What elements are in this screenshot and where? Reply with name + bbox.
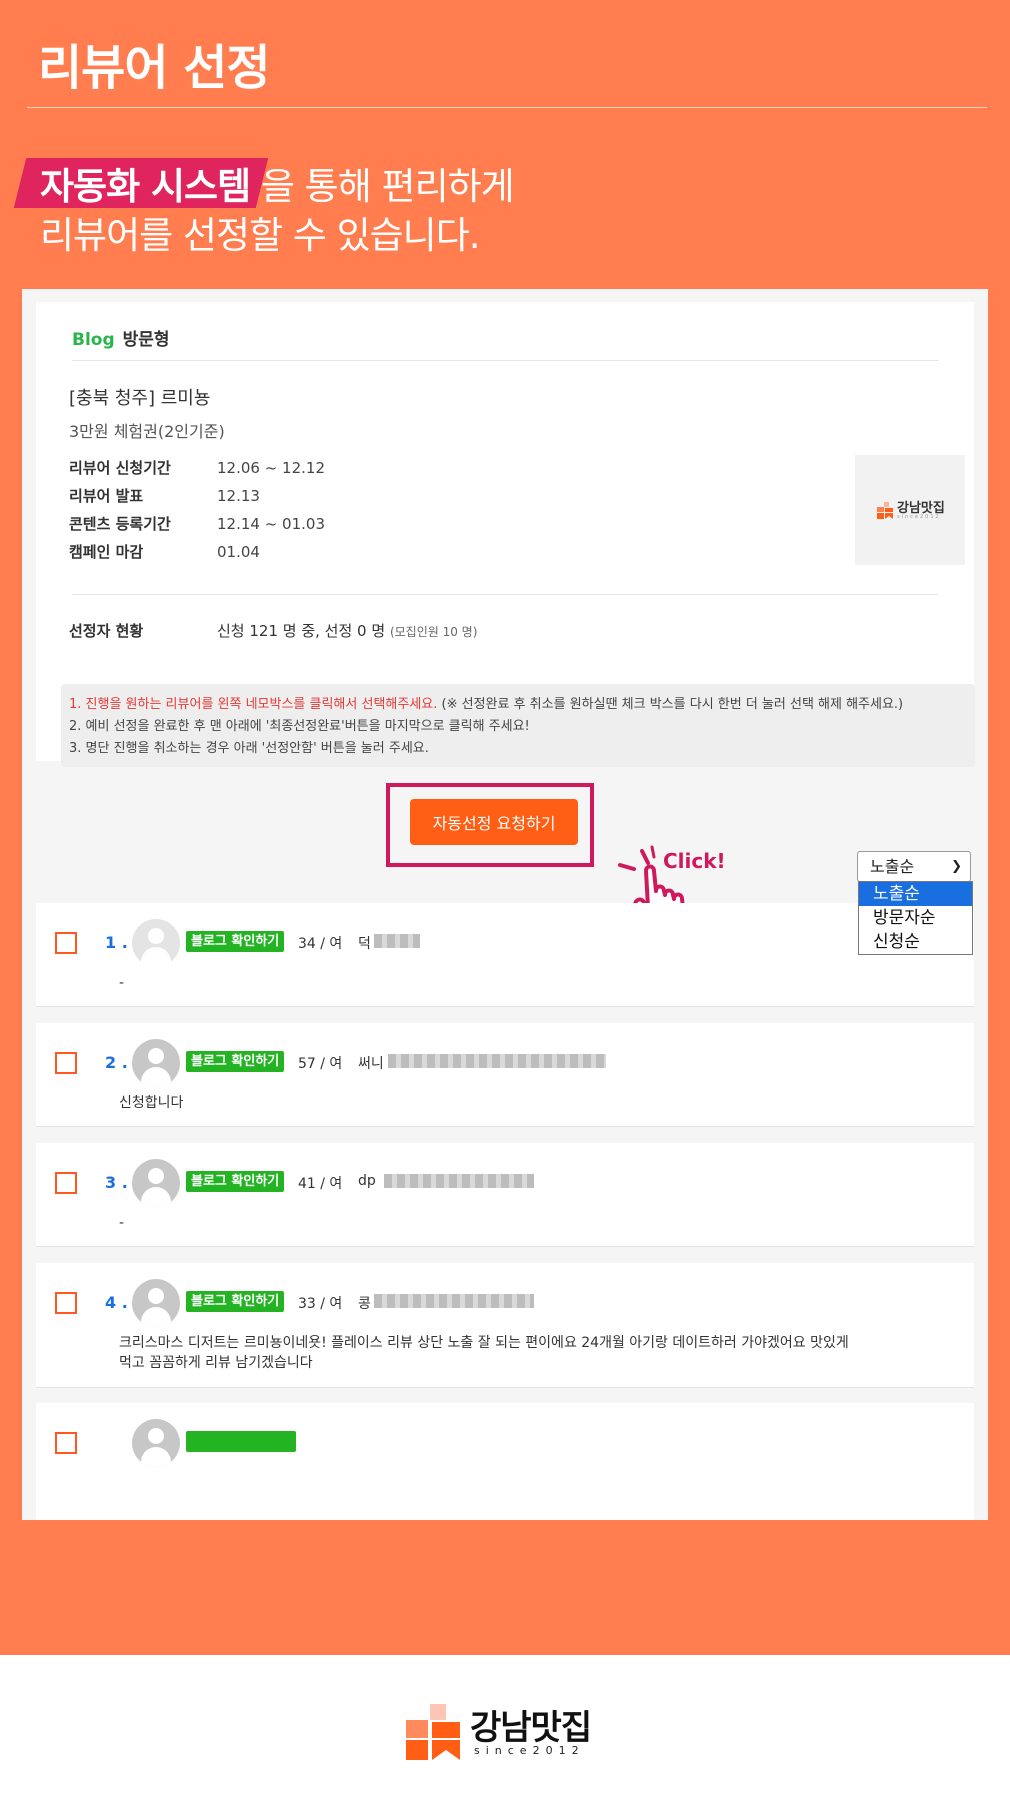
select-checkbox[interactable] [55,1052,77,1074]
applicant-comment: - [119,975,125,991]
campaign-subtitle: 3만원 체험권(2인기준) [69,422,225,441]
auto-select-button[interactable]: 자동선정 요청하기 [410,799,578,845]
store-logo: 강남맛집 since2012 [855,455,965,565]
applicant-nickname: 콩 [358,1296,371,1312]
schedule-label: 리뷰어 발표 [69,487,144,505]
applicant-age: 33 / 여 [298,1296,343,1312]
applicant-number: 2 . [105,1053,128,1072]
applicant-number: 4 . [105,1293,128,1312]
applicant-nickname: 덕 [358,936,371,952]
schedule-row: 리뷰어 신청기간 12.06 ~ 12.12 [69,457,325,478]
applicant-row: 2 . 블로그 확인하기 57 / 여 써니 신청합니다 [36,1023,974,1127]
status-value: 신청 121 명 중, 선정 0 명 [217,622,386,640]
blog-check-button[interactable]: 블로그 확인하기 [186,1291,285,1312]
screenshot-panel: Blog 방문형 [충북 청주] 르미뇽 3만원 체험권(2인기준) 리뷰어 신청… [22,289,988,1520]
avatar [132,1419,180,1467]
applicant-comment: 신청합니다 [119,1095,184,1111]
notice-line-1-red: 1. 진행을 원하는 리뷰어를 왼쪽 네모박스를 클릭해서 선택해주세요. [69,697,438,712]
sort-select[interactable]: 노출순 ❯ [857,851,971,882]
campaign-type: 방문형 [122,330,170,350]
subtitle-rest: 을 통해 편리하게 [250,165,515,208]
applicant-age: 41 / 여 [298,1176,343,1192]
campaign-title: [충북 청주] 르미뇽 [69,388,211,409]
applicant-number: 1 . [105,933,128,952]
select-checkbox[interactable] [55,1292,77,1314]
platform-badge: Blog [72,330,115,350]
avatar [132,1279,180,1327]
select-checkbox[interactable] [55,1172,77,1194]
page-title: 리뷰어 선정 [38,40,271,96]
notice-line-3: 3. 명단 진행을 취소하는 경우 아래 '선정안함' 버튼을 눌러 주세요. [69,741,429,756]
applicant-row: 3 . 블로그 확인하기 41 / 여 dp - [36,1143,974,1247]
avatar [132,1039,180,1087]
applicant-age: 57 / 여 [298,1056,343,1072]
blurred-text [374,934,420,948]
blurred-text [374,1294,534,1308]
schedule-value: 12.06 ~ 12.12 [217,459,325,477]
footer-brand: 강남맛집 [470,1708,592,1748]
avatar [132,919,180,967]
schedule-label: 콘텐츠 등록기간 [69,515,171,533]
blog-check-button[interactable]: 블로그 확인하기 [186,1051,285,1072]
sort-option-exposure[interactable]: 노출순 [859,882,972,906]
applicant-number: 3 . [105,1173,128,1192]
blog-check-button[interactable]: 블로그 확인하기 [186,931,285,952]
status-note: (모집인원 10 명) [389,625,478,639]
title-divider [27,107,987,108]
blurred-text [388,1054,606,1068]
selection-status: 선정자 현황 신청 121 명 중, 선정 0 명 (모집인원 10 명) [69,620,477,641]
applicant-row [36,1403,974,1520]
brand-mark-icon [877,502,893,519]
chevron-down-icon: ❯ [951,859,962,874]
footer-since: since2012 [474,1744,585,1757]
schedule-value: 12.13 [217,487,260,505]
divider [72,360,938,361]
schedule-row: 콘텐츠 등록기간 12.14 ~ 01.03 [69,513,325,534]
notice-box: 1. 진행을 원하는 리뷰어를 왼쪽 네모박스를 클릭해서 선택해주세요. (※… [61,684,975,767]
blurred-text [384,1174,534,1188]
notice-line-1: 1. 진행을 원하는 리뷰어를 왼쪽 네모박스를 클릭해서 선택해주세요. (※… [69,693,903,712]
blog-check-button[interactable] [186,1431,296,1452]
schedule-label: 리뷰어 신청기간 [69,459,171,477]
select-checkbox[interactable] [55,932,77,954]
campaign-tags: Blog 방문형 [72,325,170,350]
sort-dropdown: 노출순 방문자순 신청순 [858,881,973,955]
sort-selected: 노출순 [870,857,915,876]
applicant-nickname: dp [358,1173,376,1189]
schedule-label: 캠페인 마감 [69,543,144,561]
click-label: Click! [663,849,726,873]
applicant-row: 4 . 블로그 확인하기 33 / 여 콩 크리스마스 디저트는 르미뇽이네욧!… [36,1263,974,1388]
sort-option-applied[interactable]: 신청순 [859,930,972,954]
schedule-value: 01.04 [217,543,260,561]
applicant-comment: 크리스마스 디저트는 르미뇽이네욧! 플레이스 리뷰 상단 노출 잘 되는 편이… [119,1335,849,1371]
status-label: 선정자 현황 [69,622,144,640]
applicant-nickname: 써니 [358,1056,384,1072]
applicant-age: 34 / 여 [298,936,343,952]
applicant-comment: - [119,1215,125,1231]
notice-line-2: 2. 예비 선정을 완료한 후 맨 아래에 '최종선정완료'버튼을 마지막으로 … [69,719,530,734]
schedule-value: 12.14 ~ 01.03 [217,515,325,533]
avatar [132,1159,180,1207]
campaign-card: Blog 방문형 [충북 청주] 르미뇽 3만원 체험권(2인기준) 리뷰어 신청… [36,302,975,767]
brand-logo-icon [406,1704,460,1760]
blog-check-button[interactable]: 블로그 확인하기 [186,1171,285,1192]
schedule-row: 리뷰어 발표 12.13 [69,485,260,506]
schedule-row: 캠페인 마감 01.04 [69,541,260,562]
divider [72,594,938,595]
applicant-row: 1 . 블로그 확인하기 34 / 여 덕 - [36,903,974,1007]
logo-sub: since2012 [897,514,941,520]
select-checkbox[interactable] [55,1432,77,1454]
notice-line-1-rest: (※ 선정완료 후 취소를 원하실땐 체크 박스를 다시 한번 더 눌러 선택 … [437,697,904,712]
subtitle-highlight: 자동화 시스템 [40,165,251,208]
sort-option-visitors[interactable]: 방문자순 [859,906,972,930]
subtitle-line-1: 자동화 시스템 을 통해 편리하게 [40,156,515,210]
auto-select-highlight: 자동선정 요청하기 [386,783,594,867]
subtitle-line-2: 리뷰어를 선정할 수 있습니다. [40,214,481,257]
